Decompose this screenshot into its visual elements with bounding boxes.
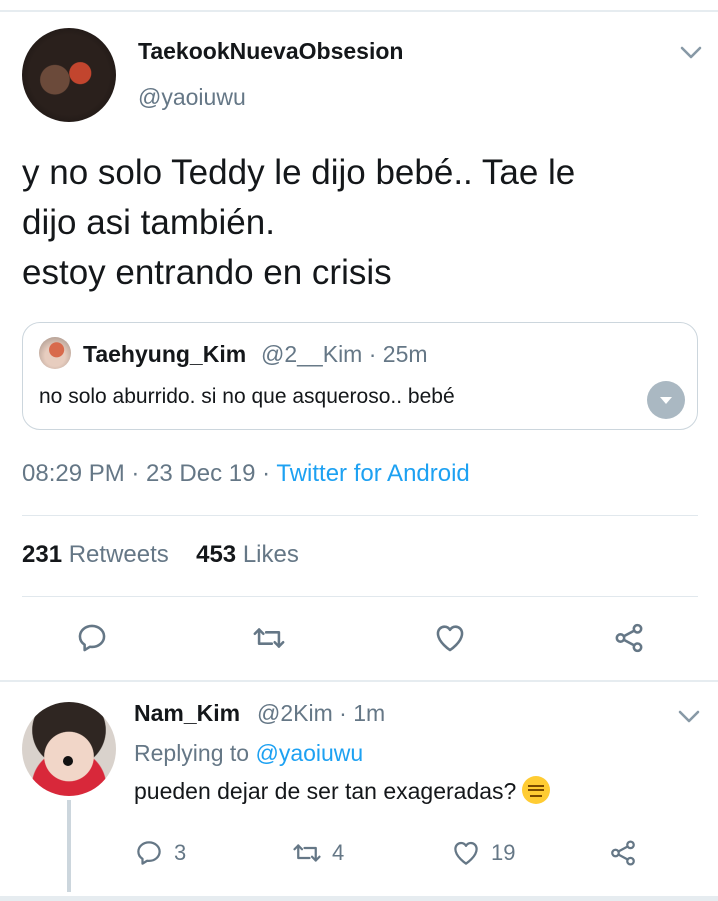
reply-count: 3 [174, 840, 187, 865]
author-display-name[interactable]: TaekookNuevaObsesion [138, 38, 403, 65]
divider [22, 515, 698, 516]
retweets-count[interactable]: 231 [22, 541, 62, 568]
heart-icon [454, 841, 478, 865]
divider [22, 596, 698, 597]
share-icon [611, 840, 635, 866]
section-divider [0, 680, 718, 682]
reply-author-name[interactable]: Nam_Kim [134, 700, 240, 727]
likes-label[interactable]: Likes [243, 541, 299, 568]
quoted-text: no solo aburrido. si no que asqueroso.. … [39, 385, 455, 408]
retweet-icon [293, 844, 321, 862]
retweet-icon[interactable] [251, 620, 287, 656]
thread-line [67, 800, 71, 892]
source-link[interactable]: Twitter for Android [276, 460, 469, 487]
bottom-divider [0, 896, 718, 901]
retweet-count: 4 [332, 840, 345, 865]
tweet-timestamp: 08:29 PM · 23 Dec 19 · Twitter for Andro… [22, 460, 470, 488]
reply-icon [137, 841, 161, 865]
replying-prefix: Replying to [134, 740, 256, 766]
reply-author-avatar[interactable] [22, 702, 116, 796]
quoted-tweet[interactable]: Taehyung_Kim @2__Kim · 25m no solo aburr… [22, 322, 698, 430]
reply-text-body: pueden dejar de ser tan exageradas? [134, 778, 517, 804]
timestamp-text: 08:29 PM · 23 Dec 19 · [22, 460, 277, 487]
reply-text: pueden dejar de ser tan exageradas? [134, 776, 551, 805]
retweets-label[interactable]: Retweets [69, 541, 169, 568]
avatar-detail [63, 756, 73, 766]
chevron-down-icon[interactable] [680, 46, 702, 60]
reply-meta: @2Kim · 1m [257, 700, 386, 726]
like-count: 19 [491, 840, 516, 865]
reply-like-button[interactable]: 19 [451, 838, 515, 868]
chevron-down-icon[interactable] [678, 710, 700, 724]
reply-reply-button[interactable]: 3 [134, 838, 186, 868]
quoted-name: Taehyung_Kim [83, 341, 247, 367]
replying-to: Replying to @yaoiuwu [134, 740, 363, 767]
quoted-avatar [39, 337, 71, 369]
expressionless-emoji-icon [522, 776, 551, 804]
heart-icon[interactable] [432, 620, 468, 656]
tweet-text: y no solo Teddy le dijo bebé.. Tae le di… [22, 148, 702, 298]
reply-retweet-button[interactable]: 4 [292, 838, 344, 868]
author-handle[interactable]: @yaoiuwu [138, 84, 246, 111]
tweet-text-line: y no solo Teddy le dijo bebé.. Tae le [22, 153, 576, 192]
reply-icon[interactable] [74, 620, 110, 656]
likes-count[interactable]: 453 [196, 541, 236, 568]
quoted-meta: @2__Kim · 25m [261, 341, 428, 367]
share-icon[interactable] [611, 620, 647, 656]
reply-share-button[interactable] [608, 838, 638, 868]
top-border [0, 0, 718, 12]
expand-icon[interactable] [647, 381, 685, 419]
replying-to-link[interactable]: @yaoiuwu [255, 740, 363, 766]
author-avatar[interactable] [22, 28, 116, 122]
tweet-stats: 231 Retweets 453 Likes [22, 541, 299, 569]
tweet-text-line: estoy entrando en crisis [22, 253, 392, 292]
tweet-text-line: dijo asi también. [22, 203, 275, 242]
